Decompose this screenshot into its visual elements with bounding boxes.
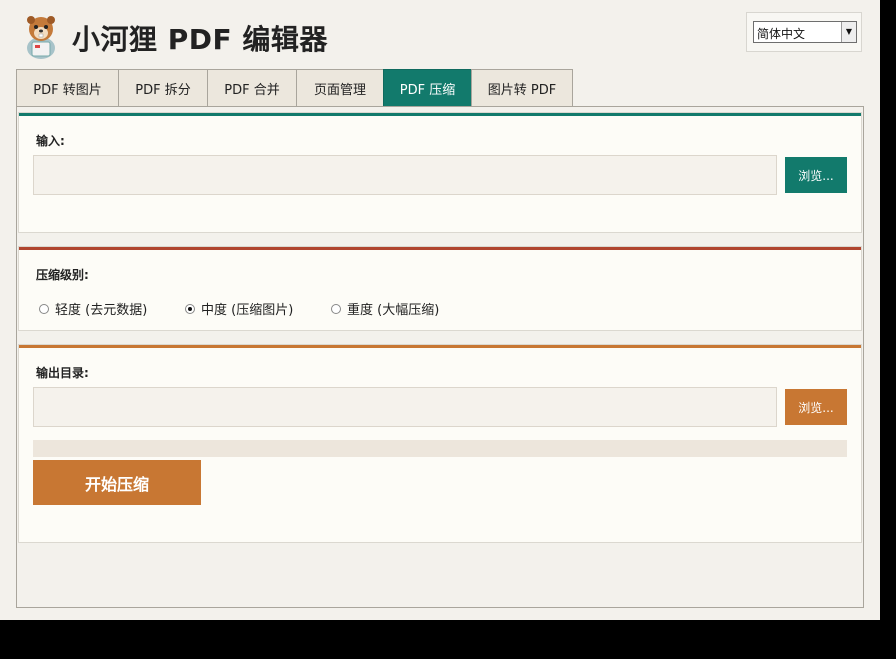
output-section: 输出目录: 浏览... 开始压缩 bbox=[18, 344, 862, 543]
radio-light[interactable]: 轻度 (去元数据) bbox=[39, 299, 147, 318]
tab-pdf-merge[interactable]: PDF 合并 bbox=[207, 69, 297, 107]
section-accent-bar bbox=[19, 345, 861, 348]
language-box: 简体中文 ▼ bbox=[746, 12, 862, 52]
tab-page-manage[interactable]: 页面管理 bbox=[296, 69, 384, 107]
radio-unchecked-icon[interactable] bbox=[39, 303, 49, 314]
tab-pdf-to-image[interactable]: PDF 转图片 bbox=[16, 69, 119, 107]
output-label: 输出目录: bbox=[36, 366, 89, 380]
beaver-logo-icon bbox=[20, 12, 62, 60]
radio-heavy[interactable]: 重度 (大幅压缩) bbox=[331, 299, 439, 318]
app-window: 小河狸 PDF 编辑器 简体中文 ▼ PDF 转图片 PDF 拆分 PDF 合并… bbox=[0, 0, 880, 620]
output-browse-button[interactable]: 浏览... bbox=[785, 389, 847, 425]
section-accent-bar bbox=[19, 113, 861, 116]
radio-light-label: 轻度 (去元数据) bbox=[55, 303, 148, 318]
header: 小河狸 PDF 编辑器 简体中文 ▼ bbox=[16, 8, 876, 64]
output-dir-field[interactable] bbox=[33, 387, 777, 427]
input-browse-button[interactable]: 浏览... bbox=[785, 157, 847, 193]
dropdown-arrow-icon[interactable]: ▼ bbox=[841, 22, 856, 42]
language-select-value: 简体中文 bbox=[757, 27, 806, 41]
progress-bar bbox=[33, 440, 847, 457]
app-title: 小河狸 PDF 编辑器 bbox=[72, 23, 328, 56]
radio-unchecked-icon[interactable] bbox=[331, 303, 341, 314]
tab-pdf-split[interactable]: PDF 拆分 bbox=[118, 69, 208, 107]
compression-section: 压缩级别: 轻度 (去元数据) 中度 (压缩图片) 重度 (大幅压缩) bbox=[18, 246, 862, 331]
compression-label: 压缩级别: bbox=[36, 268, 89, 282]
input-file-field[interactable] bbox=[33, 155, 777, 195]
radio-medium-label: 中度 (压缩图片) bbox=[201, 303, 294, 318]
tab-pdf-compress[interactable]: PDF 压缩 bbox=[383, 69, 472, 107]
input-section: 输入: 浏览... bbox=[18, 112, 862, 233]
start-compress-button[interactable]: 开始压缩 bbox=[33, 460, 201, 505]
radio-heavy-label: 重度 (大幅压缩) bbox=[347, 303, 440, 318]
input-label: 输入: bbox=[36, 134, 65, 148]
radio-checked-icon[interactable] bbox=[185, 303, 195, 314]
section-accent-bar bbox=[19, 247, 861, 250]
radio-medium[interactable]: 中度 (压缩图片) bbox=[185, 299, 293, 318]
tab-image-to-pdf[interactable]: 图片转 PDF bbox=[471, 69, 573, 107]
language-select[interactable]: 简体中文 ▼ bbox=[753, 21, 857, 43]
